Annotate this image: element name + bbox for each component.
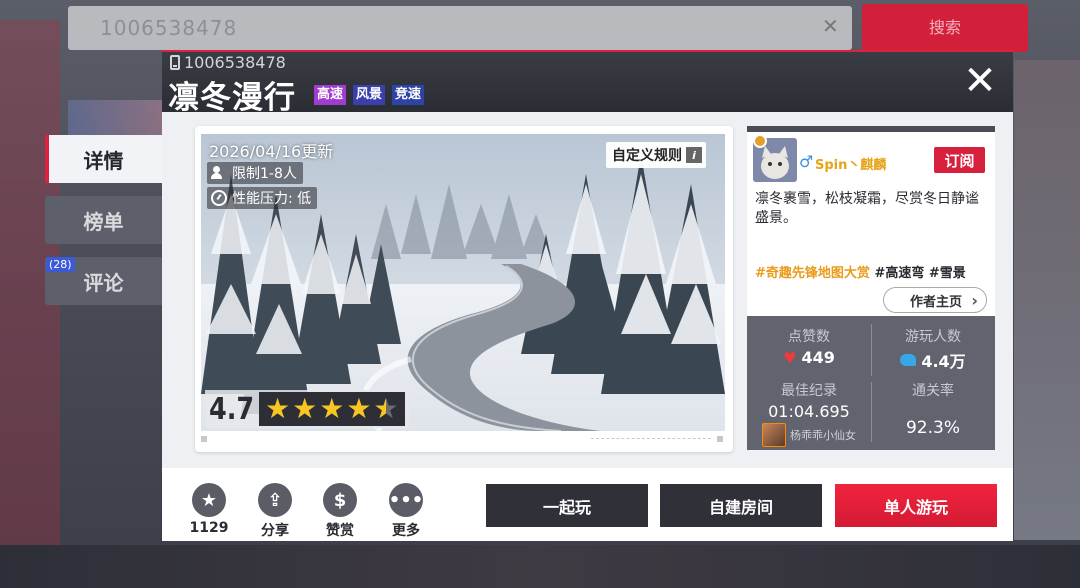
- background-bottom-blur: [0, 545, 1080, 588]
- carousel-dot: [201, 436, 207, 442]
- chevron-right-icon: ›: [971, 291, 978, 310]
- half-star-icon: ★: [373, 395, 398, 424]
- favorite-button[interactable]: ★ 1129: [182, 483, 236, 536]
- map-id: 1006538478: [170, 53, 286, 72]
- clear-rate-label: 通关率: [912, 383, 954, 399]
- carousel-dot: [717, 436, 723, 442]
- rating-stars: ★ ★ ★ ★ ★: [259, 392, 405, 426]
- share-button[interactable]: ⇪ 分享: [248, 483, 302, 540]
- swirl-icon: [900, 354, 917, 366]
- author-card: ♂ Spin丶麒麟 订阅 凛冬裹雪，松枝凝霜，尽赏冬日静谧盛景。 #奇趣先锋地图…: [747, 126, 995, 316]
- background-clear-icon: ✕: [822, 14, 839, 38]
- likes-count: 449: [801, 348, 835, 367]
- background-banner-blur: [68, 100, 162, 140]
- solo-play-button[interactable]: 单人游玩: [835, 484, 997, 527]
- map-preview-card: 2026/04/16更新 限制1-8人 性能压力: 低 自定义规则 i 4.7 …: [195, 126, 733, 452]
- money-bag-icon: $: [323, 483, 357, 517]
- heart-icon: ♥: [783, 348, 797, 367]
- background-right-blur: [1014, 60, 1080, 540]
- author-name[interactable]: Spin丶麒麟: [815, 154, 886, 173]
- star-icon: ★: [192, 483, 226, 517]
- likes-label: 点赞数: [788, 329, 830, 345]
- map-preview-image[interactable]: 2026/04/16更新 限制1-8人 性能压力: 低 自定义规则 i 4.7 …: [201, 134, 725, 431]
- comment-count-badge: (28): [46, 257, 75, 272]
- clear-rate-stat: 通关率 92.3%: [871, 380, 995, 438]
- rating-score: 4.7: [209, 391, 255, 427]
- background-search-text: 1006538478: [100, 16, 238, 40]
- clear-rate-value: 92.3%: [905, 418, 960, 438]
- best-record-stat: 最佳纪录 01:04.695 杨乖乖小仙女: [747, 380, 871, 447]
- star-icon: ★: [319, 392, 345, 425]
- create-room-button[interactable]: 自建房间: [660, 484, 822, 527]
- subscribe-button[interactable]: 订阅: [934, 147, 985, 173]
- play-together-button[interactable]: 一起玩: [486, 484, 648, 527]
- info-icon: i: [686, 147, 702, 163]
- share-icon: ⇪: [258, 483, 292, 517]
- people-icon: [211, 166, 227, 180]
- modal-header: 1006538478 凛冬漫行 高速 风景 竞速 ✕: [162, 50, 1013, 116]
- rating-box: 4.7 ★ ★ ★ ★ ★: [205, 390, 409, 428]
- map-detail-modal: 1006538478 凛冬漫行 高速 风景 竞速 ✕ 2026/04/16更新 …: [162, 50, 1013, 541]
- share-label: 分享: [261, 523, 289, 539]
- tab-active-indicator: [45, 135, 49, 183]
- hashtag-list: #奇趣先锋地图大赏 #高速弯 #雪景: [755, 262, 966, 281]
- players-count: 4.4万: [921, 352, 966, 371]
- phone-icon: [170, 55, 180, 70]
- stats-panel: 点赞数 ♥ 449 游玩人数 4.4万 最佳纪录 01:04.695 杨乖乖小仙…: [747, 316, 995, 450]
- carousel-track: [591, 438, 711, 439]
- author-badge-icon: [753, 134, 767, 148]
- record-holder[interactable]: 杨乖乖小仙女: [747, 423, 871, 447]
- male-icon: ♂: [799, 152, 814, 171]
- custom-rules-label: 自定义规则: [612, 148, 682, 164]
- action-bar: ★ 1129 ⇪ 分享 $ 赞赏 ••• 更多 一起玩 自建房间 单人游玩: [162, 468, 1013, 541]
- best-record-label: 最佳纪录: [781, 383, 837, 399]
- tag-scenery: 风景: [353, 85, 386, 105]
- author-home-label: 作者主页: [909, 294, 962, 310]
- more-icon: •••: [389, 483, 423, 517]
- player-limit-chip: 限制1-8人: [207, 162, 303, 184]
- tab-rankings[interactable]: 榜单: [45, 196, 162, 244]
- players-label: 游玩人数: [905, 329, 961, 345]
- reward-label: 赞赏: [326, 523, 354, 539]
- custom-rules-button[interactable]: 自定义规则 i: [606, 142, 706, 168]
- map-description: 凛冬裹雪，松枝凝霜，尽赏冬日静谧盛景。: [755, 191, 979, 226]
- more-label: 更多: [392, 523, 420, 539]
- performance-text: 性能压力: 低: [232, 191, 312, 207]
- update-date: 2026/04/16更新: [209, 142, 334, 161]
- background-search-button: 搜索: [862, 4, 1028, 52]
- record-holder-avatar: [762, 423, 786, 447]
- more-button[interactable]: ••• 更多: [379, 483, 433, 540]
- record-holder-name: 杨乖乖小仙女: [790, 429, 856, 442]
- map-title: 凛冬漫行: [168, 80, 296, 116]
- star-icon: ★: [292, 392, 318, 425]
- players-value: 4.4万: [871, 348, 995, 372]
- star-icon: ★: [346, 392, 372, 425]
- star-icon: ★: [265, 392, 291, 425]
- best-record-time: 01:04.695: [768, 402, 850, 421]
- players-stat: 游玩人数 4.4万: [871, 326, 995, 372]
- tag-high-speed: 高速: [314, 85, 347, 105]
- favorite-count: 1129: [189, 520, 229, 536]
- tag-racing: 竞速: [392, 85, 425, 105]
- tab-details[interactable]: 详情: [45, 135, 162, 183]
- gauge-icon: [211, 190, 227, 206]
- likes-stat: 点赞数 ♥ 449: [747, 326, 871, 367]
- hashtag[interactable]: #雪景: [929, 266, 966, 281]
- hashtag[interactable]: #高速弯: [874, 266, 924, 281]
- close-icon[interactable]: ✕: [962, 61, 998, 101]
- performance-chip: 性能压力: 低: [207, 187, 318, 209]
- header-accent-line: [162, 50, 1013, 52]
- map-id-text: 1006538478: [184, 53, 286, 72]
- hashtag[interactable]: #奇趣先锋地图大赏: [755, 266, 870, 281]
- player-limit-text: 限制1-8人: [232, 166, 297, 182]
- likes-value: ♥ 449: [747, 348, 871, 367]
- reward-button[interactable]: $ 赞赏: [313, 483, 367, 540]
- author-home-button[interactable]: 作者主页 ›: [883, 287, 987, 313]
